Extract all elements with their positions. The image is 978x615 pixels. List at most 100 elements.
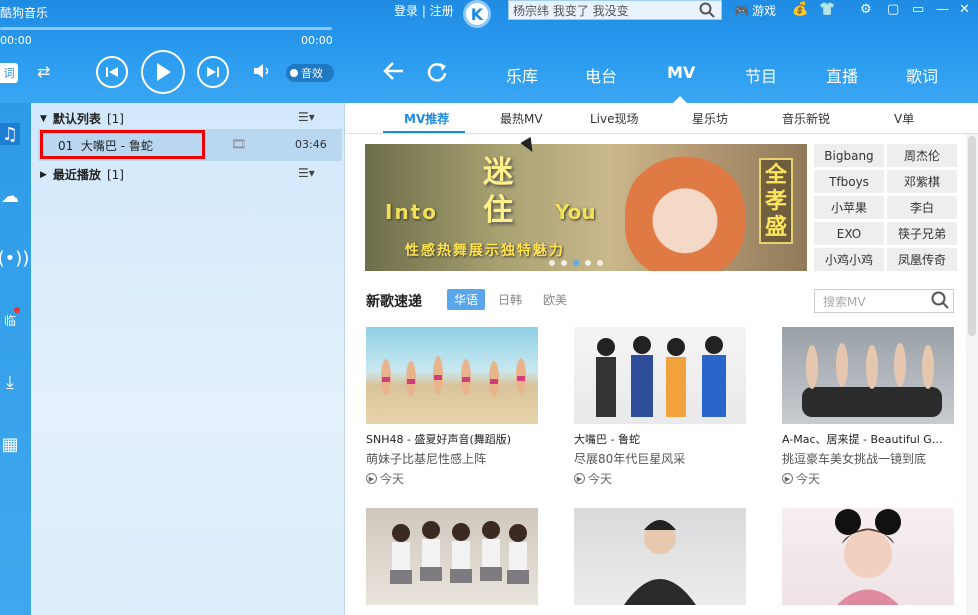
mv-thumbnail[interactable] [574, 327, 746, 424]
repeat-mode-icon[interactable]: ⇄ [37, 62, 50, 81]
search-icon[interactable] [931, 291, 949, 313]
money-bag-icon[interactable]: 💰 [792, 2, 808, 17]
default-list-name: 默认列表 [52, 112, 101, 126]
minimize-icon[interactable]: — [936, 2, 949, 17]
banner-pagination [549, 260, 603, 266]
banner-subtitle: 性感热舞展示独特魅力 [405, 243, 565, 259]
tab-programs[interactable]: 节目 [745, 63, 777, 87]
mv-card[interactable] [366, 508, 538, 605]
radio-antenna-icon[interactable]: ((•)) [0, 247, 29, 269]
mv-card-title[interactable]: 大嘴巴 - 鲁蛇 [574, 431, 746, 447]
play-icon [157, 63, 171, 81]
mv-card-date: ▶ 今天 [782, 470, 954, 487]
cloud-icon[interactable]: ☁ [0, 185, 20, 207]
subtab-new-artists[interactable]: 音乐新锐 [782, 110, 830, 127]
mv-card-desc: 挑逗豪车美女挑战一镜到底 [782, 452, 927, 466]
banner-dot-active[interactable] [573, 260, 579, 266]
lang-tab-jpkr[interactable]: 日韩 [498, 291, 522, 308]
mv-thumbnail[interactable] [366, 327, 538, 424]
tshirt-skin-icon[interactable]: 👕 [819, 2, 835, 17]
music-note-icon[interactable]: ♫ [0, 123, 20, 145]
mv-card[interactable] [574, 508, 746, 605]
previous-button[interactable] [96, 56, 128, 88]
banner-dot[interactable] [597, 260, 603, 266]
back-arrow-icon[interactable] [382, 61, 404, 87]
game-button[interactable]: 🎮 游戏 [734, 2, 776, 19]
mv-card[interactable]: SNH48 - 盛夏好声音(舞蹈版) 萌妹子比基尼性感上阵 ▶ 今天 [366, 327, 538, 487]
next-button[interactable] [197, 56, 229, 88]
mv-search-input[interactable]: 搜索MV [814, 289, 954, 313]
apps-grid-icon[interactable]: ▦ [0, 433, 20, 455]
mv-thumbnail[interactable] [366, 508, 538, 605]
banner-dot[interactable] [561, 260, 567, 266]
artist-tag[interactable]: Tfboys [814, 170, 884, 193]
mini-mode-icon[interactable]: ▭ [912, 2, 924, 17]
login-link[interactable]: 登录 [394, 4, 418, 18]
subtab-star-square[interactable]: 星乐坊 [692, 110, 728, 127]
artist-tag[interactable]: Bigbang [814, 144, 884, 167]
register-link[interactable]: 注册 [430, 4, 454, 18]
mv-thumbnail[interactable] [782, 327, 954, 424]
tab-music-library[interactable]: 乐库 [506, 63, 538, 87]
message-icon[interactable]: ▢ [887, 2, 899, 17]
artist-tag[interactable]: 小苹果 [814, 196, 884, 219]
scrollbar-thumb[interactable] [968, 136, 976, 336]
tab-lyrics[interactable]: 歌词 [906, 63, 938, 87]
previous-icon [106, 67, 118, 77]
subtab-mv-recommend[interactable]: MV推荐 [404, 110, 449, 127]
subtab-hot-mv[interactable]: 最热MV [500, 110, 543, 127]
artist-tag[interactable]: 小鸡小鸡 [814, 248, 884, 271]
mv-card-title[interactable]: SNH48 - 盛夏好声音(舞蹈版) [366, 431, 538, 447]
artist-tag[interactable]: EXO [814, 222, 884, 245]
song-title: 01 大嘴巴 - 鲁蛇 [58, 137, 153, 154]
temp-list-icon[interactable]: 临 [0, 307, 20, 331]
tab-radio[interactable]: 电台 [585, 63, 617, 87]
play-circle-icon[interactable]: ▶ [782, 473, 793, 484]
artist-tag[interactable]: 李白 [887, 196, 957, 219]
recent-menu-icon[interactable]: ☰▾ [298, 166, 315, 180]
tab-mv[interactable]: MV [667, 63, 695, 82]
artist-tag[interactable]: 周杰伦 [887, 144, 957, 167]
gear-icon[interactable]: ⚙ [860, 2, 872, 17]
mv-card[interactable] [782, 508, 954, 605]
mv-card-desc: 萌妹子比基尼性感上阵 [366, 452, 487, 466]
search-icon[interactable] [699, 2, 715, 22]
mv-card-date: ▶ 今天 [366, 470, 538, 487]
play-button[interactable] [141, 50, 185, 94]
tab-live[interactable]: 直播 [826, 63, 858, 87]
refresh-icon[interactable] [426, 61, 448, 89]
mv-card[interactable]: A-Mac、居来提 - Beautiful G… 挑逗豪车美女挑战一镜到底 ▶ 今… [782, 327, 954, 487]
banner-dot[interactable] [585, 260, 591, 266]
volume-icon[interactable] [253, 63, 273, 83]
subtab-v-list[interactable]: V单 [894, 110, 914, 127]
mv-thumbnail[interactable] [782, 508, 954, 605]
sound-effect-toggle[interactable]: 音效 [286, 64, 334, 82]
section-title: 新歌速递 [366, 294, 422, 310]
mv-card-title[interactable]: A-Mac、居来提 - Beautiful G… [782, 431, 954, 447]
mv-card[interactable]: 大嘴巴 - 鲁蛇 尽展80年代巨星风采 ▶ 今天 [574, 327, 746, 487]
lyrics-button[interactable]: 词 [0, 63, 18, 83]
play-circle-icon[interactable]: ▶ [366, 473, 377, 484]
banner-dot[interactable] [549, 260, 555, 266]
default-list-header[interactable]: ▼ 默认列表 [1] [40, 110, 124, 127]
featured-banner[interactable]: Into 迷住 You 性感热舞展示独特魅力 全孝盛 [365, 144, 807, 271]
toggle-dot-icon [290, 69, 298, 77]
active-tab-indicator [673, 96, 687, 103]
close-icon[interactable]: ✕ [959, 2, 970, 17]
top-search-input[interactable]: 杨宗纬 我变了 我没变 [508, 0, 722, 20]
artist-tag[interactable]: 筷子兄弟 [887, 222, 957, 245]
play-circle-icon[interactable]: ▶ [574, 473, 585, 484]
lang-tab-western[interactable]: 欧美 [543, 291, 567, 308]
list-menu-icon[interactable]: ☰▾ [298, 110, 315, 124]
time-elapsed: 00:00 [0, 34, 32, 47]
recent-list-header[interactable]: ▶ 最近播放 [1] [40, 166, 124, 183]
progress-bar[interactable] [0, 27, 332, 30]
mv-film-icon[interactable]: 🎞 [231, 137, 246, 151]
top-bar: 酷狗音乐 00:00 00:00 词 ⇄ 音效 登录 | 注册 K 杨宗纬 我变… [0, 0, 978, 103]
mv-thumbnail[interactable] [574, 508, 746, 605]
subtab-live[interactable]: Live现场 [590, 110, 639, 127]
download-icon[interactable]: ⤓ [0, 371, 20, 393]
artist-tag[interactable]: 凤凰传奇 [887, 248, 957, 271]
artist-tag[interactable]: 邓紫棋 [887, 170, 957, 193]
lang-tab-chinese[interactable]: 华语 [447, 289, 486, 310]
